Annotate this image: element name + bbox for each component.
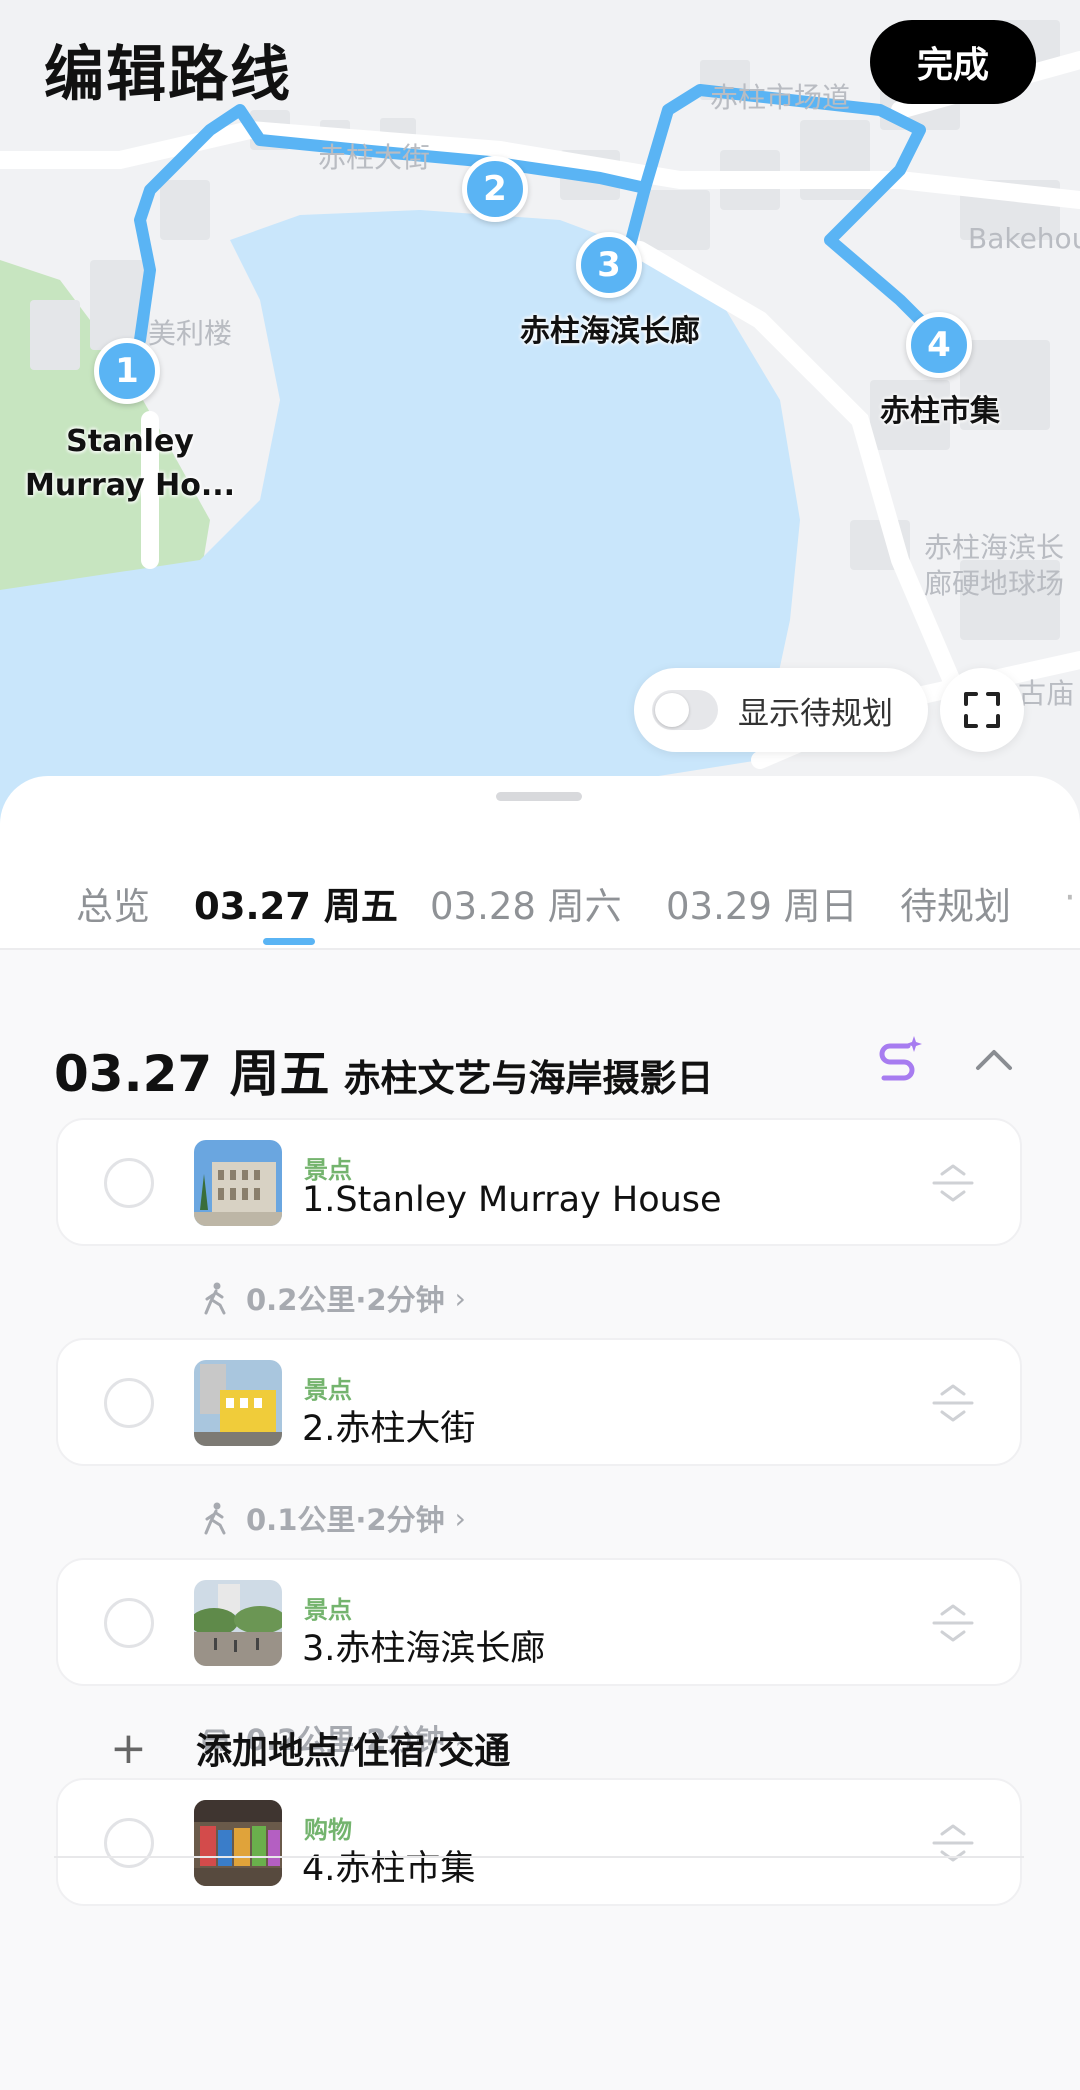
stop-checkbox[interactable] [104, 1378, 154, 1428]
tab-0328[interactable]: 03.28 周六 [430, 876, 622, 930]
done-button[interactable]: 完成 [870, 20, 1036, 104]
stop-name: 1.Stanley Murray House [302, 1180, 722, 1220]
route-leg-text: 0.1公里·2分钟 [246, 1503, 445, 1537]
street-label-stanley-main: 赤柱大街 [318, 141, 431, 174]
colonial-building-photo-icon [194, 1140, 282, 1226]
stop-checkbox[interactable] [104, 1598, 154, 1648]
stop-name: 3.赤柱海滨长廊 [302, 1629, 546, 1669]
tab-unplanned[interactable]: 待规划 [900, 876, 1011, 930]
stop-thumbnail [194, 1140, 282, 1226]
map-pin-4-label: 赤柱市集 [880, 394, 1000, 429]
map-pin-3[interactable]: 3 [576, 232, 642, 298]
day-date: 03.27 周五 [54, 1045, 330, 1103]
route-map[interactable]: 赤柱大街 赤柱市场道 美利楼 Bakehou 赤柱海滨长 廊硬地球场 古庙 编辑… [0, 0, 1080, 880]
stop-checkbox[interactable] [104, 1818, 154, 1868]
show-unplanned-toggle[interactable]: 显示待规划 [634, 668, 928, 752]
map-pin-1-label: Stanley Murray Ho... [20, 420, 240, 508]
stop-card-1[interactable]: 景点 1.Stanley Murray House [56, 1118, 1022, 1246]
map-pin-1-label-line2: Murray Ho... [24, 468, 236, 503]
toggle-switch[interactable] [652, 690, 718, 730]
walk-icon [204, 1502, 226, 1535]
tab-overview[interactable]: 总览 [76, 876, 150, 930]
stop-name: 4.赤柱市集 [302, 1849, 476, 1889]
reorder-handle-icon[interactable] [928, 1378, 978, 1428]
map-pin-4[interactable]: 4 [906, 312, 972, 378]
add-place-label: 添加地点/住宿/交通 [196, 1731, 511, 1772]
stop-name: 2.赤柱大街 [302, 1409, 476, 1449]
page-title: 编辑路线 [44, 40, 292, 110]
ai-route-icon[interactable] [870, 1032, 926, 1088]
day-tabs: 总览 03.27 周五 03.28 周六 03.29 周日 待规划 · [0, 876, 1080, 948]
street-label-bakehouse: Bakehou [968, 222, 1080, 255]
collapse-chevron-up-icon[interactable] [968, 1034, 1020, 1086]
itinerary-sheet: 总览 03.27 周五 03.28 周六 03.29 周日 待规划 · 03.2… [0, 776, 1080, 2090]
active-tab-indicator [263, 938, 315, 945]
stop-checkbox[interactable] [104, 1158, 154, 1208]
street-label-stanley-market-rd: 赤柱市场道 [710, 81, 851, 114]
street-label-murray-building: 美利楼 [148, 317, 233, 350]
plus-icon: + [110, 1722, 147, 1774]
tab-0329[interactable]: 03.29 周日 [666, 876, 858, 930]
stop-thumbnail [194, 1360, 282, 1446]
waterfront-promenade-photo-icon [194, 1580, 282, 1666]
chevron-right-icon: › [454, 1501, 466, 1535]
street-label-promenade-court-2: 廊硬地球场 [924, 567, 1065, 600]
walk-icon [204, 1282, 226, 1315]
sheet-drag-handle[interactable] [496, 792, 582, 801]
fullscreen-button[interactable] [940, 668, 1024, 752]
toggle-knob [655, 693, 689, 727]
day-content: 03.27 周五 赤柱文艺与海岸摄影日 景点 1.Stanley Murray … [0, 950, 1080, 2090]
market-stall-photo-icon [194, 1800, 282, 1886]
day-header: 03.27 周五 赤柱文艺与海岸摄影日 [54, 1034, 714, 1106]
tab-0327[interactable]: 03.27 周五 [194, 876, 398, 930]
route-leg-1[interactable]: 0.2公里·2分钟 › [198, 1276, 466, 1320]
yellow-building-photo-icon [194, 1360, 282, 1446]
route-leg-2[interactable]: 0.1公里·2分钟 › [198, 1496, 466, 1540]
reorder-handle-icon[interactable] [928, 1818, 978, 1868]
stop-card-2[interactable]: 景点 2.赤柱大街 [56, 1338, 1022, 1466]
street-label-promenade-court-1: 赤柱海滨长 [924, 531, 1065, 564]
fullscreen-icon [964, 692, 1000, 728]
map-pin-1[interactable]: 1 [94, 338, 160, 404]
stop-card-3[interactable]: 景点 3.赤柱海滨长廊 [56, 1558, 1022, 1686]
reorder-handle-icon[interactable] [928, 1598, 978, 1648]
map-pin-2[interactable]: 2 [462, 156, 528, 222]
stop-thumbnail [194, 1800, 282, 1886]
map-pin-1-label-line1: Stanley [66, 424, 194, 459]
street-label-temple: 古庙 [1018, 677, 1075, 710]
toggle-label: 显示待规划 [738, 695, 893, 732]
chevron-right-icon: › [454, 1281, 466, 1315]
tab-more-indicator: · [1064, 876, 1076, 919]
map-pin-3-label: 赤柱海滨长廊 [520, 314, 700, 349]
stop-card-4[interactable]: 购物 4.赤柱市集 [56, 1778, 1022, 1906]
reorder-handle-icon[interactable] [928, 1158, 978, 1208]
route-leg-text: 0.2公里·2分钟 [246, 1283, 445, 1317]
bottom-divider [54, 1856, 1024, 1858]
add-place-button[interactable]: + 添加地点/住宿/交通 [110, 1722, 510, 1774]
stop-thumbnail [194, 1580, 282, 1666]
day-theme: 赤柱文艺与海岸摄影日 [343, 1057, 714, 1100]
